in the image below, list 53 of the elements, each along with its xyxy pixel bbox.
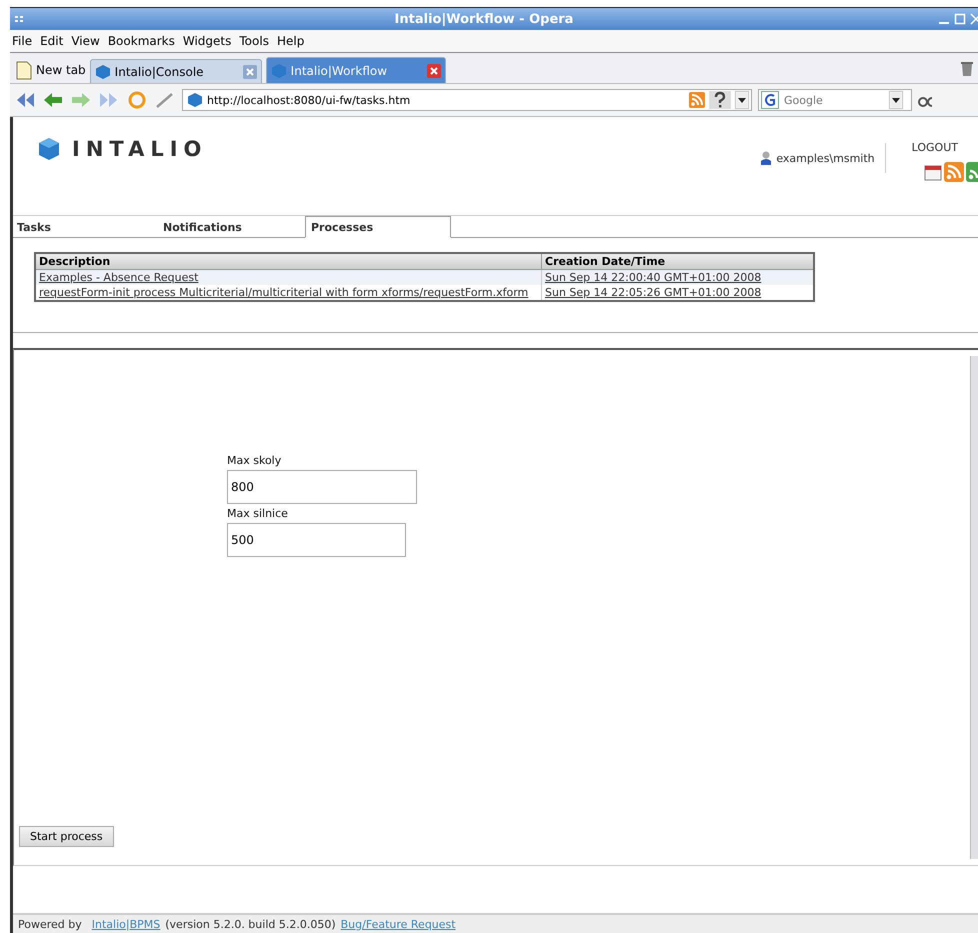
menu-item[interactable]: Edit <box>40 34 64 48</box>
footer-text: Powered by <box>18 918 82 930</box>
input-field[interactable]: 500 <box>227 523 406 557</box>
process-link[interactable]: Sun Sep 14 22:05:26 GMT+01:00 2008 <box>545 286 762 299</box>
help-icon[interactable] <box>709 91 731 109</box>
maximize-icon[interactable] <box>954 13 966 25</box>
app-tab[interactable]: Notifications <box>159 221 305 237</box>
back-icon[interactable] <box>42 91 64 109</box>
menu-item[interactable]: Tools <box>239 34 269 48</box>
rss-icon[interactable] <box>944 162 964 182</box>
field-label: Max silnice <box>227 507 289 520</box>
app-tab[interactable]: Processes <box>305 216 451 238</box>
document-icon <box>16 60 32 80</box>
cube-icon <box>187 92 203 108</box>
dropdown-icon[interactable] <box>735 91 749 109</box>
new-tab-button[interactable]: New tab <box>16 57 86 83</box>
window-title: Intalio|Workflow - Opera <box>394 12 574 26</box>
search-box[interactable]: Google <box>758 89 912 111</box>
trash-icon[interactable] <box>960 61 974 77</box>
input-field[interactable]: 800 <box>227 470 417 504</box>
cube-icon <box>38 137 60 161</box>
browser-tab[interactable]: Intalio|Workflow <box>266 57 446 83</box>
google-icon <box>761 91 779 109</box>
dropdown-icon[interactable] <box>889 91 903 109</box>
field-label: Max skoly <box>227 454 282 467</box>
forward-icon[interactable] <box>70 91 92 109</box>
app-tab[interactable]: Tasks <box>13 221 159 237</box>
start-process-button[interactable]: Start process <box>19 826 114 847</box>
browser-tab[interactable]: Intalio|Console <box>90 59 262 83</box>
username: examples\msmith <box>776 152 875 164</box>
menu-item[interactable]: Bookmarks <box>108 34 175 48</box>
scrollbar[interactable] <box>970 356 978 859</box>
close-icon[interactable] <box>242 64 257 78</box>
close-icon[interactable] <box>426 64 441 78</box>
address-field[interactable]: http://localhost:8080/ui-fw/tasks.htm <box>182 89 752 111</box>
rss-icon[interactable] <box>689 92 705 108</box>
column-header: Description <box>35 253 542 270</box>
reload-icon[interactable] <box>126 90 148 110</box>
user-icon <box>760 151 772 165</box>
calendar-icon[interactable] <box>924 163 942 181</box>
close-icon[interactable] <box>970 13 978 25</box>
logout-link[interactable]: LOGOUT <box>912 141 958 154</box>
menu-item[interactable]: File <box>12 34 32 48</box>
cube-icon <box>94 64 111 80</box>
rss-icon[interactable] <box>966 162 978 182</box>
version-text: (version 5.2.0. build 5.2.0.050) <box>165 918 336 930</box>
menu-item[interactable]: Help <box>276 34 304 48</box>
logo-text: INTALIO <box>72 137 208 161</box>
column-header: Creation Date/Time <box>542 253 814 270</box>
menu-item[interactable]: View <box>71 34 100 48</box>
process-link[interactable]: requestForm-init process Multicriterial/multicriterial with form xforms/requestForm.xform <box>39 286 528 299</box>
cube-icon <box>270 62 287 78</box>
menu-item[interactable]: Widgets <box>182 34 232 48</box>
